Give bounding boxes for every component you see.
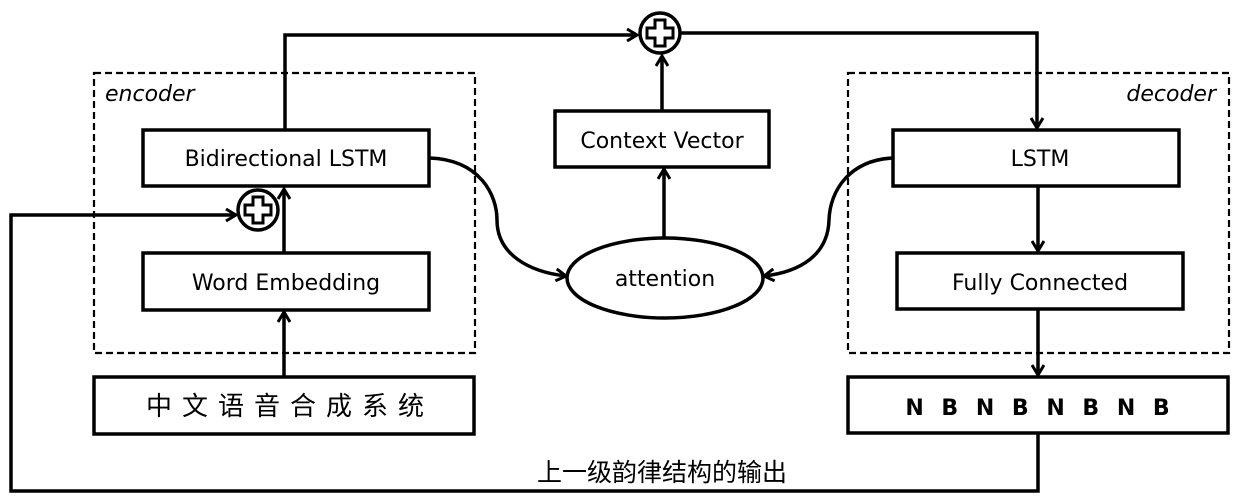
feedback-label: 上一级韵律结构的输出 [537, 458, 787, 487]
decoder-label: decoder [1126, 82, 1218, 107]
input-text-block: 中文语音合成系统 [92, 375, 476, 436]
bilstm-to-attention-curve [429, 156, 566, 276]
encoder-label: encoder [105, 82, 197, 107]
bidirectional-lstm-block: Bidirectional LSTM [141, 128, 431, 188]
word-embedding-block: Word Embedding [141, 251, 431, 312]
bidirectional-lstm-label: Bidirectional LSTM [185, 147, 388, 172]
input-text-label: 中文语音合成系统 [146, 392, 434, 422]
circled-plus-icon [638, 11, 682, 55]
attention-node: attention [565, 236, 765, 320]
fully-connected-label: Fully Connected [952, 271, 1128, 296]
seq2seq-attention-diagram: encoder decoder Bidirectional LSTM Word … [9, 11, 1231, 493]
context-vector-label: Context Vector [580, 129, 744, 154]
decoder-lstm-block: LSTM [891, 128, 1181, 188]
circled-plus-icon [236, 188, 280, 232]
attention-label: attention [615, 267, 715, 292]
output-text-label: N B N B N B N B [905, 396, 1174, 421]
decoder-lstm-to-attention-curve [764, 156, 894, 276]
output-text-block: N B N B N B N B [846, 375, 1230, 435]
fully-connected-block: Fully Connected [895, 251, 1185, 311]
word-embedding-label: Word Embedding [192, 271, 380, 296]
decoder-lstm-label: LSTM [1011, 147, 1070, 172]
context-vector-block: Context Vector [553, 109, 771, 169]
